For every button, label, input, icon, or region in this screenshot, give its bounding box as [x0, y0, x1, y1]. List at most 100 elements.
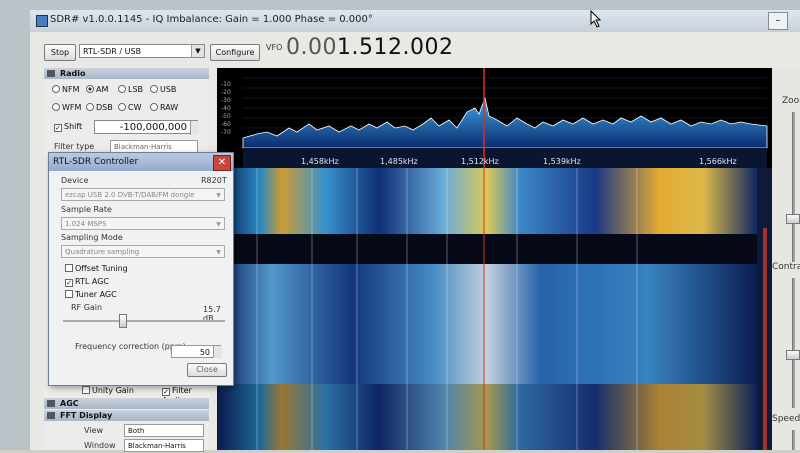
vfo-label: VFO [266, 43, 283, 52]
close-button[interactable]: Close [187, 363, 227, 377]
freq-label: 1,539kHz [543, 157, 581, 166]
collapse-icon [47, 412, 55, 419]
tuner-agc-label: Tuner AGC [75, 290, 117, 299]
collapse-icon [47, 70, 55, 77]
db-label: -10 [221, 81, 231, 88]
device-select[interactable]: ezcap USB 2.0 DVB-T/DAB/FM dongle ▼ [61, 188, 225, 201]
db-label: -30 [221, 97, 231, 104]
agc-section-title: AGC [60, 399, 79, 408]
device-label: Device [61, 176, 89, 185]
mode-label: USB [160, 85, 177, 94]
view-select[interactable]: Both [124, 424, 204, 437]
shift-spinner[interactable] [190, 121, 199, 135]
vfo-frequency-display[interactable]: 0.001.512.002 [286, 35, 453, 60]
sampling-mode-select[interactable]: Quadrature sampling ▼ [61, 245, 225, 258]
chevron-down-icon: ▼ [216, 221, 221, 228]
unity-gain-checkbox[interactable]: Unity Gain [82, 386, 134, 395]
window-select[interactable]: Blackman-Harris [124, 439, 204, 452]
mode-radio-wfm[interactable]: WFM [52, 103, 81, 112]
contrast-slider-thumb[interactable] [786, 350, 800, 360]
freq-label: 1,458kHz [301, 157, 339, 166]
close-icon[interactable]: ✕ [213, 155, 231, 171]
spectrum-analyzer[interactable]: -10 -20 -30 -40 -50 -60 -70 1,458kHz 1,4… [217, 68, 772, 168]
mode-radio-raw[interactable]: RAW [150, 103, 178, 112]
vfo-dim-digits: 0.00 [286, 35, 337, 60]
checkbox-icon [65, 290, 73, 298]
radio-section-title: Radio [60, 69, 86, 78]
freq-label: 1,566kHz [699, 157, 737, 166]
db-label: -60 [221, 121, 231, 128]
title-bar: SDR# v1.0.0.1145 - IQ Imbalance: Gain = … [30, 10, 800, 33]
device-select-value: ezcap USB 2.0 DVB-T/DAB/FM dongle [65, 191, 195, 199]
waterfall-display[interactable] [217, 168, 772, 450]
radio-dot-selected-icon [86, 85, 94, 93]
db-label: -40 [221, 105, 231, 112]
zoom-slider-thumb[interactable] [786, 214, 800, 224]
radio-section-header[interactable]: Radio [44, 68, 209, 79]
agc-section-header[interactable]: AGC [44, 398, 209, 409]
radio-dot-icon [150, 85, 158, 93]
checkbox-icon [82, 386, 90, 394]
right-panel: Zoom Contrast Speed [772, 68, 800, 450]
radio-dot-icon [118, 85, 126, 93]
rf-gain-label: RF Gain [71, 303, 103, 312]
speed-slider-track[interactable] [792, 430, 795, 450]
mode-label: WFM [62, 103, 82, 112]
db-label: -70 [221, 129, 231, 136]
minimize-button[interactable]: – [768, 12, 788, 30]
expand-icon [47, 400, 55, 407]
radio-dot-icon [52, 103, 60, 111]
rtl-sdr-controller-dialog: RTL-SDR Controller ✕ Device R820T ezcap … [48, 152, 234, 386]
mode-radio-dsb[interactable]: DSB [86, 103, 113, 112]
radio-dot-icon [86, 103, 94, 111]
speed-label: Speed [772, 414, 800, 424]
sample-rate-label: Sample Rate [61, 205, 112, 214]
freq-label: 1,512kHz [461, 157, 499, 166]
mode-label: DSB [96, 103, 113, 112]
sampling-mode-value: Quadrature sampling [65, 248, 140, 256]
mode-radio-cw[interactable]: CW [118, 103, 142, 112]
rtl-agc-checkbox[interactable]: ✓ RTL AGC [65, 277, 109, 287]
shift-checkbox[interactable]: ✓ Shift [54, 122, 82, 132]
filter-type-label: Filter type [54, 142, 95, 151]
rtl-agc-label: RTL AGC [75, 277, 109, 286]
source-select[interactable]: RTL-SDR / USB ▼ [79, 44, 205, 58]
spectrum-plot: -10 -20 -30 -40 -50 -60 -70 1,458kHz 1,4… [217, 68, 772, 168]
source-select-value: RTL-SDR / USB [83, 47, 142, 56]
unity-gain-label: Unity Gain [92, 386, 134, 395]
offset-tuning-label: Offset Tuning [75, 264, 128, 273]
tuner-agc-checkbox[interactable]: Tuner AGC [65, 290, 117, 299]
db-label: -20 [221, 89, 231, 96]
zoom-slider-track[interactable] [792, 112, 795, 262]
mode-radio-am[interactable]: AM [86, 85, 108, 94]
frequency-correction-spinner[interactable] [213, 346, 222, 358]
view-label: View [84, 426, 103, 435]
tuner-type: R820T [201, 176, 227, 185]
mode-radio-nfm[interactable]: NFM [52, 85, 80, 94]
fft-display-section-title: FFT Display [60, 411, 113, 420]
zoom-label: Zoom [782, 96, 800, 106]
offset-tuning-checkbox[interactable]: Offset Tuning [65, 264, 128, 273]
fft-display-section-header[interactable]: FFT Display [44, 410, 209, 421]
radio-dot-icon [52, 85, 60, 93]
mode-radio-lsb[interactable]: LSB [118, 85, 143, 94]
checkmark-icon: ✓ [162, 388, 170, 396]
shift-input[interactable]: -100,000,000 [94, 120, 198, 134]
mode-radio-usb[interactable]: USB [150, 85, 176, 94]
chevron-down-icon: ▼ [191, 45, 204, 57]
rf-gain-slider-track[interactable] [63, 320, 225, 322]
dialog-title-bar: RTL-SDR Controller ✕ [49, 153, 233, 171]
window-label: Window [84, 441, 116, 450]
db-label: -50 [221, 113, 231, 120]
sample-rate-value: 1.024 MSPS [65, 220, 107, 228]
mode-label: CW [128, 103, 142, 112]
configure-button[interactable]: Configure [210, 44, 260, 61]
contrast-slider-track[interactable] [792, 278, 795, 408]
mode-label: AM [96, 85, 109, 94]
sample-rate-select[interactable]: 1.024 MSPS ▼ [61, 217, 225, 230]
rf-gain-slider-thumb[interactable] [119, 314, 127, 328]
contrast-label: Contrast [772, 262, 800, 272]
mode-label: NFM [62, 85, 80, 94]
stop-button[interactable]: Stop [44, 44, 76, 61]
radio-dot-icon [150, 103, 158, 111]
